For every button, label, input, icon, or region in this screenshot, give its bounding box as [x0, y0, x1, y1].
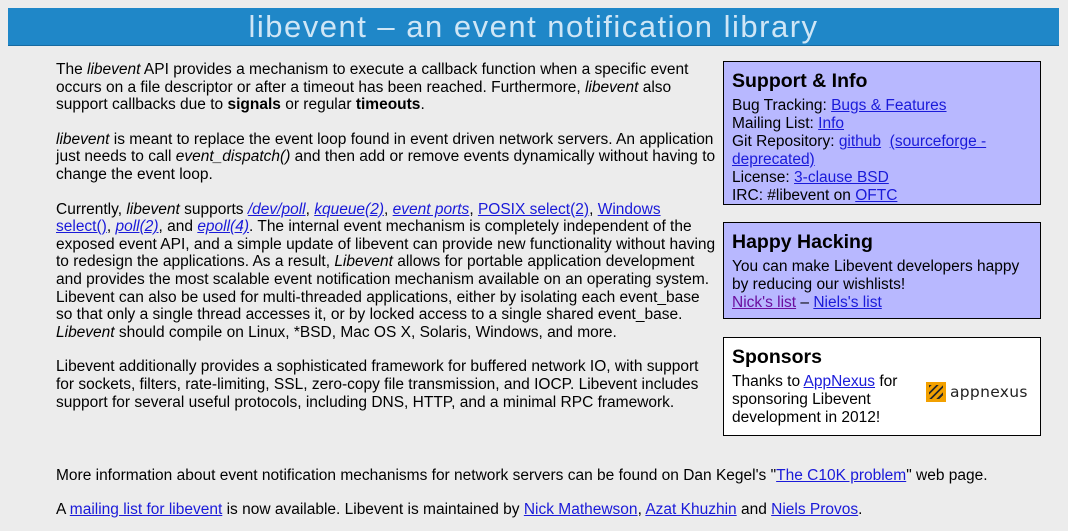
page-title: libevent – an event notification library [8, 8, 1059, 46]
c10k-paragraph: More information about event notificatio… [56, 467, 988, 484]
git-repository-row: Git Repository: github (sourceforge - de… [732, 133, 987, 168]
support-info-box: Support & Info Bug Tracking: Bugs & Feat… [723, 61, 1041, 205]
mailing-list-link[interactable]: mailing list for libevent [70, 501, 222, 518]
appnexus-logo-icon [926, 382, 946, 402]
appnexus-link[interactable]: AppNexus [804, 373, 876, 390]
appnexus-logo-text: appnexus [950, 383, 1028, 401]
epoll-link[interactable]: epoll(4) [197, 218, 249, 235]
niels-list-link[interactable]: Niels's list [813, 294, 881, 311]
posix-select-link[interactable]: POSIX select(2) [478, 201, 589, 218]
mailing-list-row: Mailing List: Info [732, 115, 845, 132]
license-link[interactable]: 3-clause BSD [794, 169, 889, 186]
nick-mathewson-link[interactable]: Nick Mathewson [524, 501, 638, 518]
intro-paragraph: The libevent API provides a mechanism to… [56, 61, 689, 114]
support-paragraph: Currently, libevent supports /dev/poll, … [56, 200, 716, 341]
mailing-list-info-link[interactable]: Info [818, 115, 844, 132]
nicks-list-link[interactable]: Nick's list [732, 294, 796, 311]
sponsor-text: Thanks to AppNexus for sponsoring Libeve… [732, 373, 898, 426]
wishlist-links: Nick's list – Niels's list [732, 294, 882, 311]
maintainers-paragraph: A mailing list for libevent is now avail… [56, 501, 863, 518]
appnexus-logo[interactable]: appnexus [926, 382, 1028, 402]
support-info-title: Support & Info [732, 70, 868, 92]
devpoll-link[interactable]: /dev/poll [248, 201, 306, 218]
kqueue-link[interactable]: kqueue(2) [314, 201, 384, 218]
purpose-paragraph: libevent is meant to replace the event l… [56, 130, 716, 183]
niels-provos-link[interactable]: Niels Provos [771, 501, 858, 518]
happy-hacking-title: Happy Hacking [732, 231, 873, 253]
c10k-link[interactable]: The C10K problem [776, 467, 906, 484]
happy-hacking-box: Happy Hacking You can make Libevent deve… [723, 222, 1041, 319]
bugs-features-link[interactable]: Bugs & Features [831, 97, 946, 114]
bug-tracking-row: Bug Tracking: Bugs & Features [732, 97, 947, 114]
azat-khuzhin-link[interactable]: Azat Khuzhin [645, 501, 736, 518]
wishlist-text: You can make Libevent developers happy b… [732, 258, 1020, 293]
github-link[interactable]: github [839, 133, 881, 150]
sponsors-title: Sponsors [732, 346, 822, 368]
irc-row: IRC: #libevent on OFTC [732, 187, 898, 204]
framework-paragraph: Libevent additionally provides a sophist… [56, 358, 699, 411]
poll-link[interactable]: poll(2) [115, 218, 158, 235]
license-row: License: 3-clause BSD [732, 169, 889, 186]
main-content: The libevent API provides a mechanism to… [56, 61, 716, 428]
event-ports-link[interactable]: event ports [393, 201, 470, 218]
oftc-link[interactable]: OFTC [855, 187, 897, 204]
